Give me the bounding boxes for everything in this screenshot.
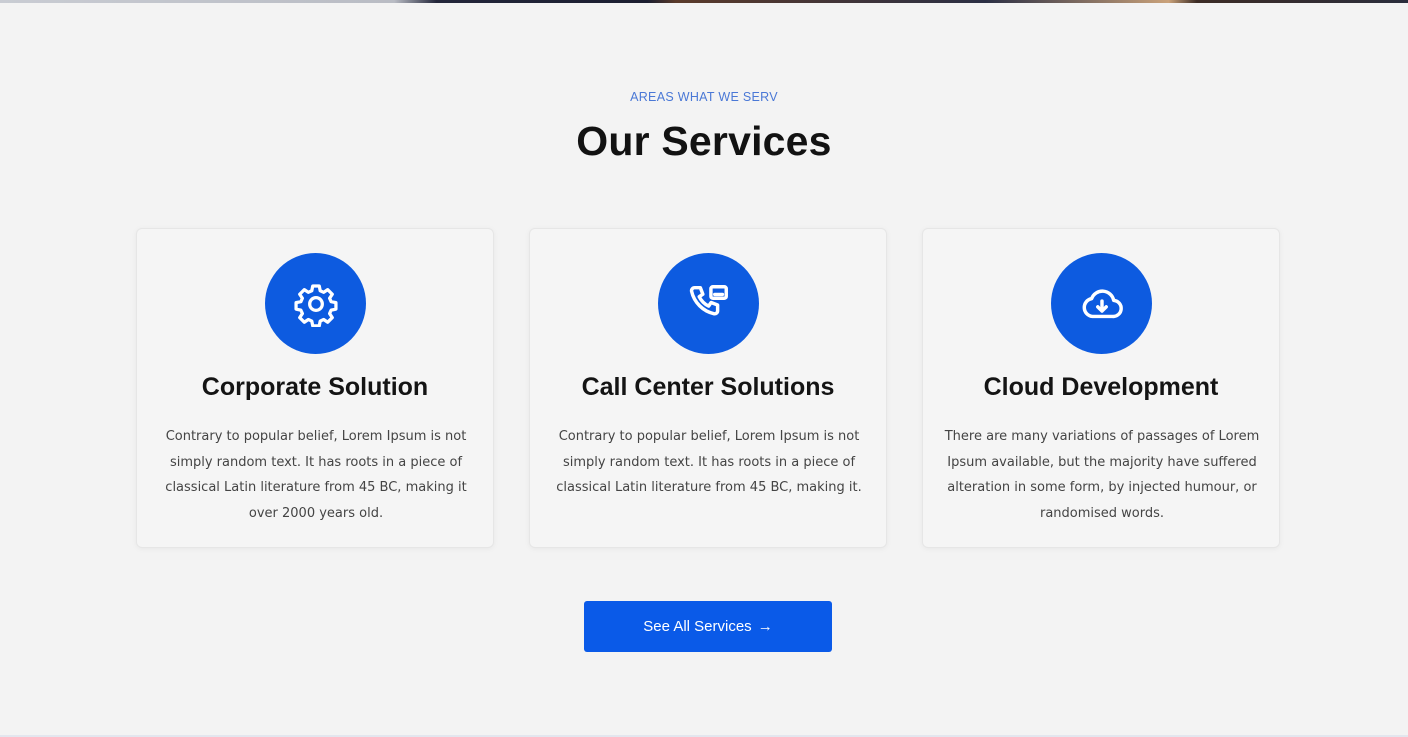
see-all-services-label: See All Services bbox=[643, 618, 752, 635]
arrow-right-icon: → bbox=[757, 618, 773, 635]
service-description: Contrary to popular belief, Lorem Ipsum … bbox=[556, 429, 862, 495]
service-icon-badge bbox=[1051, 253, 1152, 354]
section-eyebrow: AREAS WHAT WE SERV bbox=[630, 90, 778, 104]
service-description: Contrary to popular belief, Lorem Ipsum … bbox=[165, 429, 467, 521]
service-icon-badge bbox=[265, 253, 366, 354]
section-title: Our Services bbox=[576, 118, 832, 164]
service-title: Cloud Development bbox=[983, 373, 1219, 401]
service-icon-badge bbox=[658, 253, 759, 354]
see-all-services-button[interactable]: See All Services → bbox=[584, 601, 832, 652]
phone-call-icon bbox=[689, 284, 728, 315]
cloud-download-icon bbox=[1082, 288, 1123, 318]
service-card-corporate-solution[interactable]: Corporate Solution Contrary to popular b… bbox=[136, 228, 494, 548]
service-description: There are many variations of passages of… bbox=[944, 429, 1260, 521]
service-title: Call Center Solutions bbox=[581, 373, 835, 401]
service-title: Corporate Solution bbox=[201, 373, 429, 401]
gear-icon bbox=[293, 283, 338, 327]
service-card-call-center-solutions[interactable]: Call Center Solutions Contrary to popula… bbox=[529, 228, 887, 548]
hero-image-edge bbox=[0, 0, 1408, 3]
service-card-cloud-development[interactable]: Cloud Development There are many variati… bbox=[922, 228, 1280, 548]
